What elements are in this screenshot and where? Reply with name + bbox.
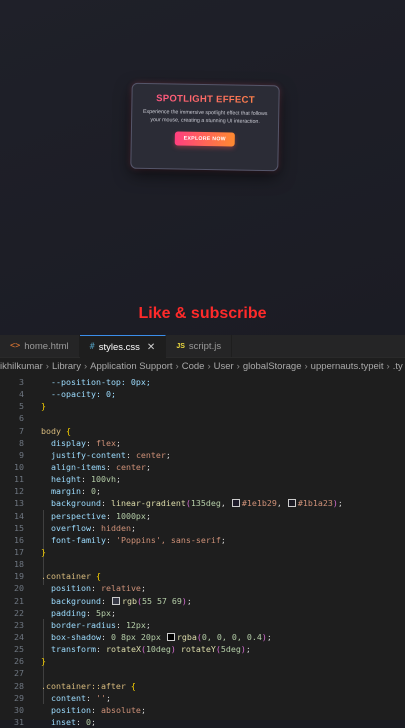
code-line: 26} <box>14 656 46 667</box>
tab-script-js[interactable]: JS script.js <box>166 335 233 357</box>
code-line: 3 --position-top: 0px; <box>19 377 151 387</box>
breadcrumb: ikhilkumar › Library › Application Support… <box>0 358 405 375</box>
breadcrumb-item[interactable]: .ty <box>393 361 403 372</box>
chevron-right-icon: › <box>175 361 179 372</box>
code-line: 31 inset: 0; <box>14 716 96 727</box>
tab-label: styles.css <box>98 341 140 353</box>
card-title: SPOTLIGHT EFFECT <box>132 93 278 107</box>
code-line: 8 display: flex; <box>19 437 121 448</box>
spotlight-card[interactable]: SPOTLIGHT EFFECT Experience the immersiv… <box>130 82 280 172</box>
like-subscribe-caption: Like & subscribe <box>138 305 267 322</box>
code-line: 14 perspective: 1000px; <box>14 510 151 521</box>
code-editor: <> home.html # styles.css ✕ JS script.js… <box>0 335 405 727</box>
chevron-right-icon: › <box>45 361 49 372</box>
code-area[interactable]: 3 --position-top: 0px; 4 --opacity: 0; 5… <box>0 376 405 728</box>
explore-now-button[interactable]: EXPLORE NOW <box>174 131 236 147</box>
tab-label: home.html <box>24 340 69 352</box>
tab-styles-css[interactable]: # styles.css ✕ <box>79 335 167 358</box>
code-line: 7 body { <box>19 425 71 436</box>
editor-tab-bar: <> home.html # styles.css ✕ JS script.js <box>0 335 405 358</box>
breadcrumb-item[interactable]: Application Support <box>90 361 172 372</box>
code-line: 13 background: linear-gradient(135deg, #… <box>14 498 343 509</box>
breadcrumb-item[interactable]: User <box>214 361 234 372</box>
code-line: 9 justify-content: center; <box>19 449 171 460</box>
code-line: 17} <box>14 546 46 557</box>
breadcrumb-item[interactable]: Library <box>52 361 81 372</box>
chevron-right-icon: › <box>83 361 88 372</box>
code-line: 25 transform: rotateX(10deg) rotateY(5de… <box>14 644 251 655</box>
css-file-icon: # <box>89 342 95 352</box>
tab-home-html[interactable]: <> home.html <box>0 335 80 357</box>
card-description: Experience the immersive spotlight effec… <box>142 108 268 125</box>
code-line: 4 --opacity: 0; <box>19 389 116 400</box>
chevron-right-icon: › <box>207 361 211 372</box>
html-file-icon: <> <box>10 341 21 351</box>
breadcrumb-item[interactable]: globalStorage <box>243 361 302 372</box>
code-line: 10 align-items: center; <box>14 461 151 472</box>
code-line: 24 box-shadow: 0 8px 20px rgba(0, 0, 0, … <box>14 631 272 642</box>
color-swatch[interactable] <box>166 632 175 641</box>
code-line: 30 position: absolute; <box>14 704 146 715</box>
breadcrumb-item[interactable]: Code <box>182 361 205 372</box>
code-line: 6 <box>19 413 24 424</box>
breadcrumb-item[interactable]: uppernauts.typeit <box>311 361 384 372</box>
breadcrumb-item[interactable]: ikhilkumar <box>0 361 43 372</box>
code-line: 29 content: ''; <box>14 692 111 703</box>
code-line: 20 position: relative; <box>14 583 146 594</box>
code-line: 21 background: rgb(55 57 69); <box>14 595 192 606</box>
chevron-right-icon: › <box>236 361 240 372</box>
chevron-right-icon: › <box>304 361 308 372</box>
code-line: 27 <box>14 668 24 679</box>
browser-preview: SPOTLIGHT EFFECT Experience the immersiv… <box>0 0 405 335</box>
code-line: 5} <box>19 401 46 412</box>
tab-label: script.js <box>188 340 222 352</box>
code-line: 18 <box>14 559 24 570</box>
code-line: 23 border-radius: 12px; <box>14 619 151 630</box>
close-icon[interactable]: ✕ <box>147 342 155 353</box>
color-swatch[interactable] <box>231 499 240 508</box>
code-line: 22 padding: 5px; <box>14 607 116 618</box>
code-line: 11 height: 100vh; <box>14 474 121 485</box>
code-line: 16 font-family: 'Poppins', sans-serif; <box>14 534 226 545</box>
chevron-right-icon: › <box>386 361 390 372</box>
code-line: 15 overflow: hidden; <box>14 522 136 533</box>
code-line: 12 margin: 0; <box>14 486 101 497</box>
color-swatch[interactable] <box>287 499 296 508</box>
color-swatch[interactable] <box>111 596 120 605</box>
js-file-icon: JS <box>176 342 185 350</box>
code-line: 19 .container { <box>14 571 101 582</box>
code-line: 28 .container::after { <box>14 680 136 691</box>
